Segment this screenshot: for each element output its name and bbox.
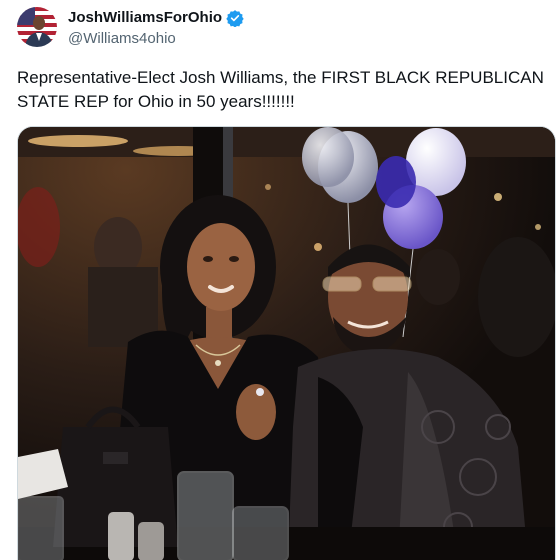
display-name[interactable]: JoshWilliamsForOhio <box>68 9 222 27</box>
avatar[interactable] <box>17 7 57 47</box>
photo-couple <box>18 127 555 560</box>
author-handle[interactable]: @Williams4ohio <box>68 30 176 48</box>
author-row: JoshWilliamsForOhio <box>68 9 244 28</box>
avatar-image <box>17 7 57 47</box>
tweet-photo[interactable] <box>17 126 556 560</box>
tweet-text: Representative-Elect Josh Williams, the … <box>17 68 544 111</box>
verified-badge-icon <box>226 9 244 28</box>
tweet[interactable]: JoshWilliamsForOhio @Williams4ohio Repre… <box>0 0 556 560</box>
